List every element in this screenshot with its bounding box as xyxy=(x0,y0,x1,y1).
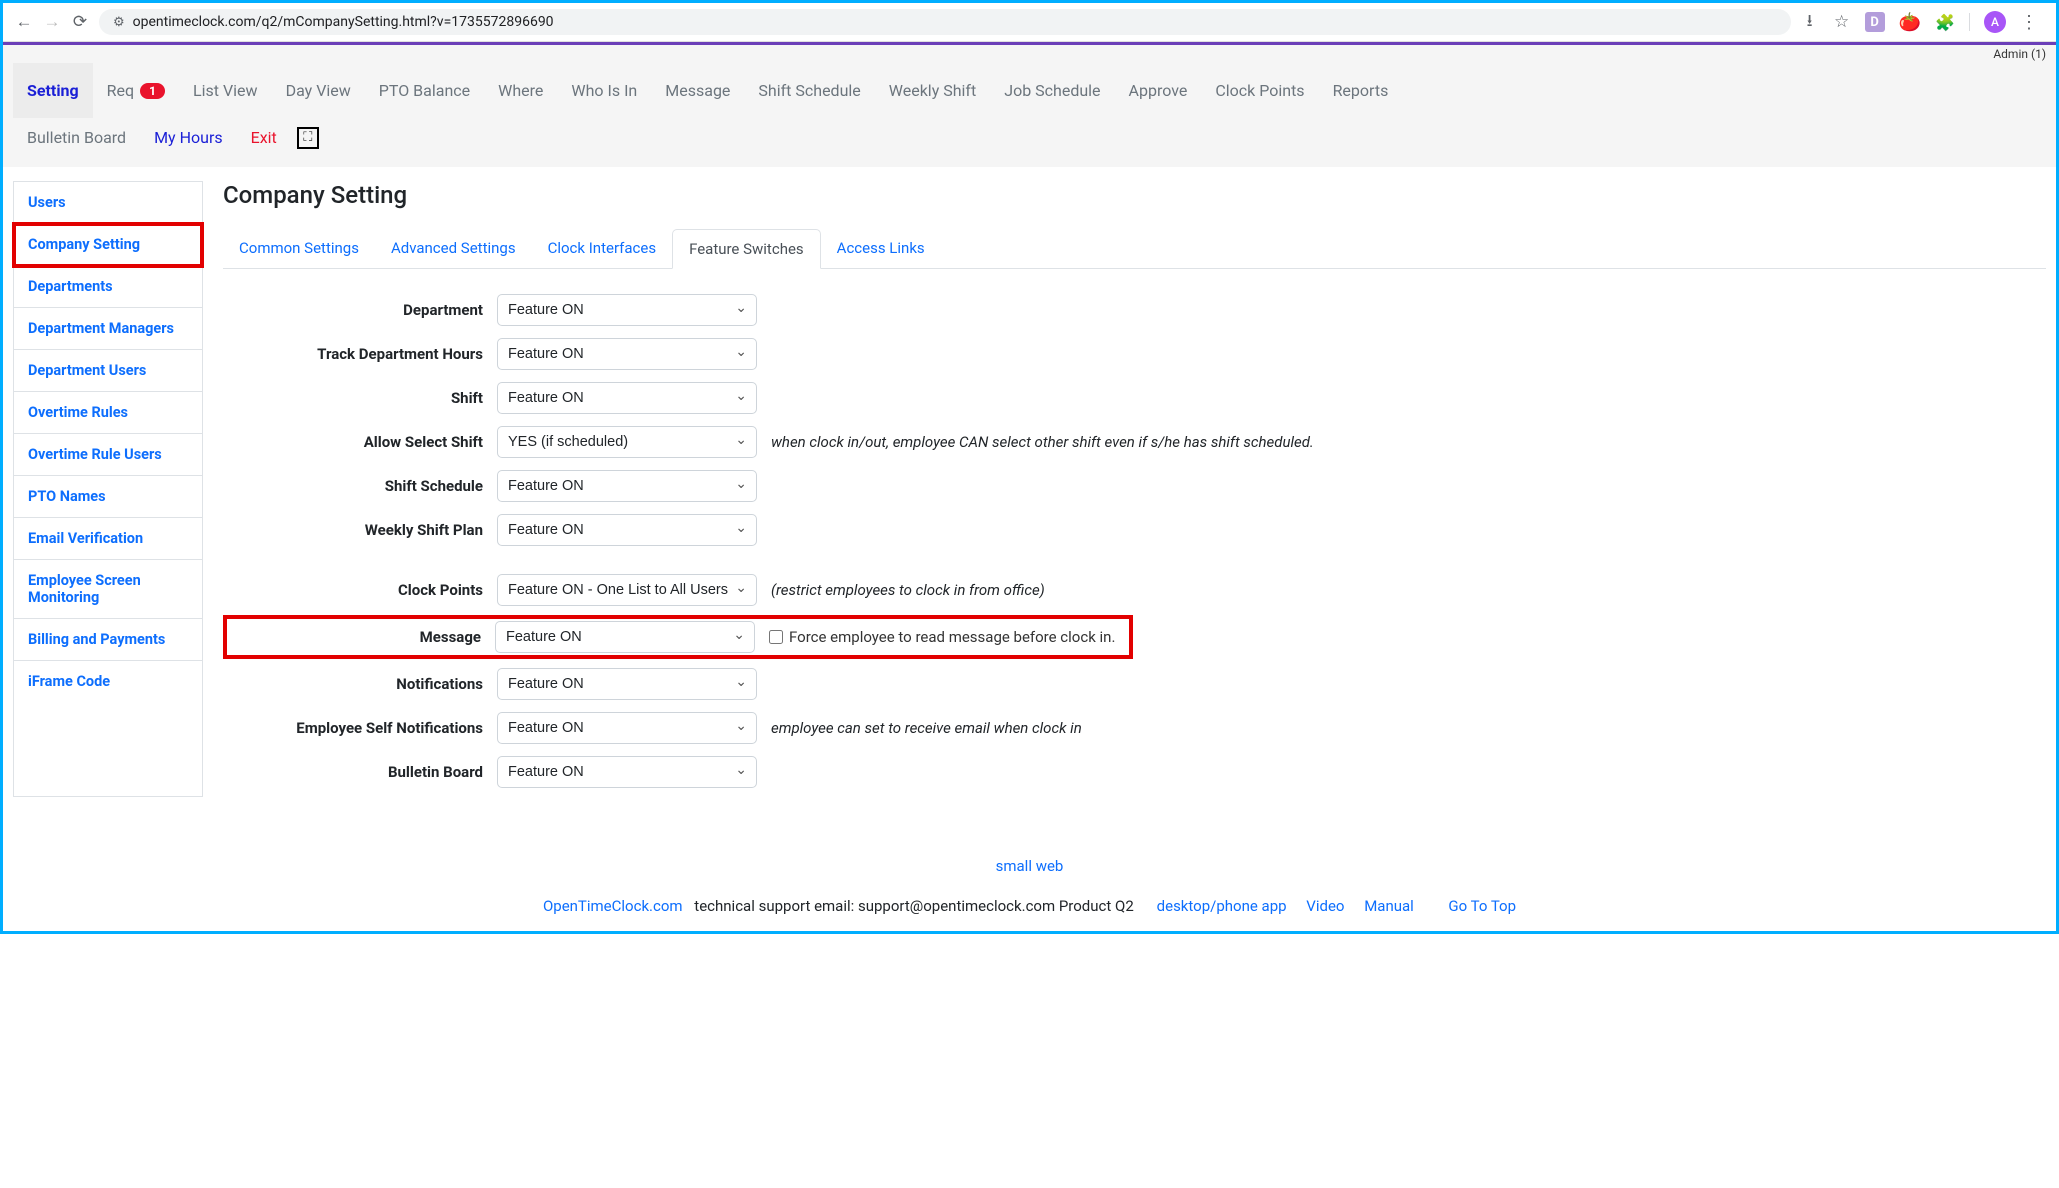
top-nav-row2: Bulletin Board My Hours Exit ⛶ xyxy=(3,118,2056,167)
menu-icon[interactable]: ⋮ xyxy=(2020,12,2038,33)
select-weekly-shift-plan[interactable]: Feature ON xyxy=(497,514,757,546)
help-emp-self-notif: employee can set to receive email when c… xyxy=(771,719,1082,737)
link-manual[interactable]: Manual xyxy=(1364,897,1414,915)
tab-advanced-settings[interactable]: Advanced Settings xyxy=(375,229,532,268)
select-department[interactable]: Feature ON xyxy=(497,294,757,326)
nav-clock-points[interactable]: Clock Points xyxy=(1201,63,1318,118)
select-shift[interactable]: Feature ON xyxy=(497,382,757,414)
select-notifications[interactable]: Feature ON xyxy=(497,668,757,700)
sidebar-item-billing-payments[interactable]: Billing and Payments xyxy=(14,619,202,661)
nav-exit[interactable]: Exit xyxy=(237,118,291,157)
select-clock-points[interactable]: Feature ON - One List to All Users xyxy=(497,574,757,606)
label-department: Department xyxy=(223,301,483,319)
forward-icon[interactable]: → xyxy=(43,13,61,31)
nav-job-schedule[interactable]: Job Schedule xyxy=(990,63,1114,118)
select-shift-schedule[interactable]: Feature ON xyxy=(497,470,757,502)
req-badge: 1 xyxy=(140,83,165,99)
install-icon[interactable]: ⭳ xyxy=(1801,13,1819,31)
sidebar-item-departments[interactable]: Departments xyxy=(14,266,202,308)
nav-setting[interactable]: Setting xyxy=(13,63,93,118)
label-clock-points: Clock Points xyxy=(223,581,483,599)
link-small-web[interactable]: small web xyxy=(21,857,2038,875)
footer-support-text: technical support email: support@opentim… xyxy=(691,897,1134,915)
sidebar-item-employee-screen-monitoring[interactable]: Employee Screen Monitoring xyxy=(14,560,202,619)
top-nav: Setting Req 1 List View Day View PTO Bal… xyxy=(3,63,2056,118)
tab-access-links[interactable]: Access Links xyxy=(821,229,941,268)
link-desktop-app[interactable]: desktop/phone app xyxy=(1157,897,1287,915)
sidebar-item-users[interactable]: Users xyxy=(14,182,202,224)
sidebar-item-company-setting[interactable]: Company Setting xyxy=(14,224,202,266)
nav-shift-schedule[interactable]: Shift Schedule xyxy=(744,63,874,118)
tabs: Common Settings Advanced Settings Clock … xyxy=(223,229,2046,269)
admin-label: Admin (1) xyxy=(3,45,2056,63)
reload-icon[interactable]: ⟳ xyxy=(71,13,89,31)
sidebar-item-email-verification[interactable]: Email Verification xyxy=(14,518,202,560)
label-emp-self-notif: Employee Self Notifications xyxy=(223,719,483,737)
sidebar-item-department-managers[interactable]: Department Managers xyxy=(14,308,202,350)
tab-clock-interfaces[interactable]: Clock Interfaces xyxy=(532,229,672,268)
sidebar: Users Company Setting Departments Depart… xyxy=(13,181,203,797)
nav-weekly-shift[interactable]: Weekly Shift xyxy=(875,63,990,118)
footer: small web OpenTimeClock.com technical su… xyxy=(3,827,2056,931)
profile-avatar[interactable]: A xyxy=(1984,11,2006,33)
nav-message[interactable]: Message xyxy=(651,63,744,118)
checkbox-force-message-label: Force employee to read message before cl… xyxy=(789,628,1115,646)
nav-where[interactable]: Where xyxy=(484,63,557,118)
extension-d-icon[interactable]: D xyxy=(1865,12,1885,32)
checkbox-force-message[interactable] xyxy=(769,630,783,644)
sidebar-item-overtime-rule-users[interactable]: Overtime Rule Users xyxy=(14,434,202,476)
content-area: Company Setting Common Settings Advanced… xyxy=(223,181,2046,797)
label-shift-schedule: Shift Schedule xyxy=(223,477,483,495)
select-bulletin-board[interactable]: Feature ON xyxy=(497,756,757,788)
back-icon[interactable]: ← xyxy=(15,13,33,31)
message-highlight-box: Message Feature ON Force employee to rea… xyxy=(223,615,1133,659)
tab-feature-switches[interactable]: Feature Switches xyxy=(672,229,821,269)
address-bar[interactable]: ⚙ opentimeclock.com/q2/mCompanySetting.h… xyxy=(99,9,1791,35)
separator xyxy=(1969,13,1970,31)
label-bulletin-board: Bulletin Board xyxy=(223,763,483,781)
nav-who-is-in[interactable]: Who Is In xyxy=(557,63,651,118)
sidebar-item-overtime-rules[interactable]: Overtime Rules xyxy=(14,392,202,434)
fullscreen-icon[interactable]: ⛶ xyxy=(297,127,319,149)
label-weekly-shift-plan: Weekly Shift Plan xyxy=(223,521,483,539)
help-allow-select-shift: when clock in/out, employee CAN select o… xyxy=(771,433,1314,451)
help-clock-points: (restrict employees to clock in from off… xyxy=(771,581,1045,599)
nav-bulletin-board[interactable]: Bulletin Board xyxy=(13,118,140,157)
label-allow-select-shift: Allow Select Shift xyxy=(223,433,483,451)
link-video[interactable]: Video xyxy=(1306,897,1344,915)
nav-day-view[interactable]: Day View xyxy=(272,63,365,118)
label-notifications: Notifications xyxy=(223,675,483,693)
checkbox-force-message-wrap[interactable]: Force employee to read message before cl… xyxy=(769,628,1123,646)
browser-toolbar: ← → ⟳ ⚙ opentimeclock.com/q2/mCompanySet… xyxy=(3,3,2056,42)
label-shift: Shift xyxy=(223,389,483,407)
extensions-icon[interactable]: 🧩 xyxy=(1935,13,1955,32)
select-allow-select-shift[interactable]: YES (if scheduled) xyxy=(497,426,757,458)
sidebar-item-pto-names[interactable]: PTO Names xyxy=(14,476,202,518)
link-go-to-top[interactable]: Go To Top xyxy=(1448,897,1516,915)
nav-approve[interactable]: Approve xyxy=(1115,63,1202,118)
select-track-dept-hours[interactable]: Feature ON xyxy=(497,338,757,370)
select-message[interactable]: Feature ON xyxy=(495,621,755,653)
url-text: opentimeclock.com/q2/mCompanySetting.htm… xyxy=(133,14,554,30)
nav-list-view[interactable]: List View xyxy=(179,63,272,118)
nav-my-hours[interactable]: My Hours xyxy=(140,118,237,157)
label-message: Message xyxy=(227,628,481,646)
nav-reports[interactable]: Reports xyxy=(1319,63,1403,118)
nav-req-label: Req xyxy=(107,81,134,100)
nav-pto-balance[interactable]: PTO Balance xyxy=(365,63,484,118)
link-brand[interactable]: OpenTimeClock.com xyxy=(543,897,683,915)
sidebar-item-department-users[interactable]: Department Users xyxy=(14,350,202,392)
select-emp-self-notif[interactable]: Feature ON xyxy=(497,712,757,744)
tab-common-settings[interactable]: Common Settings xyxy=(223,229,375,268)
sidebar-item-iframe-code[interactable]: iFrame Code xyxy=(14,661,202,702)
site-info-icon[interactable]: ⚙ xyxy=(113,15,125,30)
extension-tomato-icon[interactable]: 🍅 xyxy=(1899,12,1921,33)
feature-form: Department Feature ON Track Department H… xyxy=(223,291,1403,791)
page-title: Company Setting xyxy=(223,181,2046,209)
bookmark-icon[interactable]: ☆ xyxy=(1833,13,1851,31)
nav-req[interactable]: Req 1 xyxy=(93,63,179,118)
label-track-dept-hours: Track Department Hours xyxy=(223,345,483,363)
